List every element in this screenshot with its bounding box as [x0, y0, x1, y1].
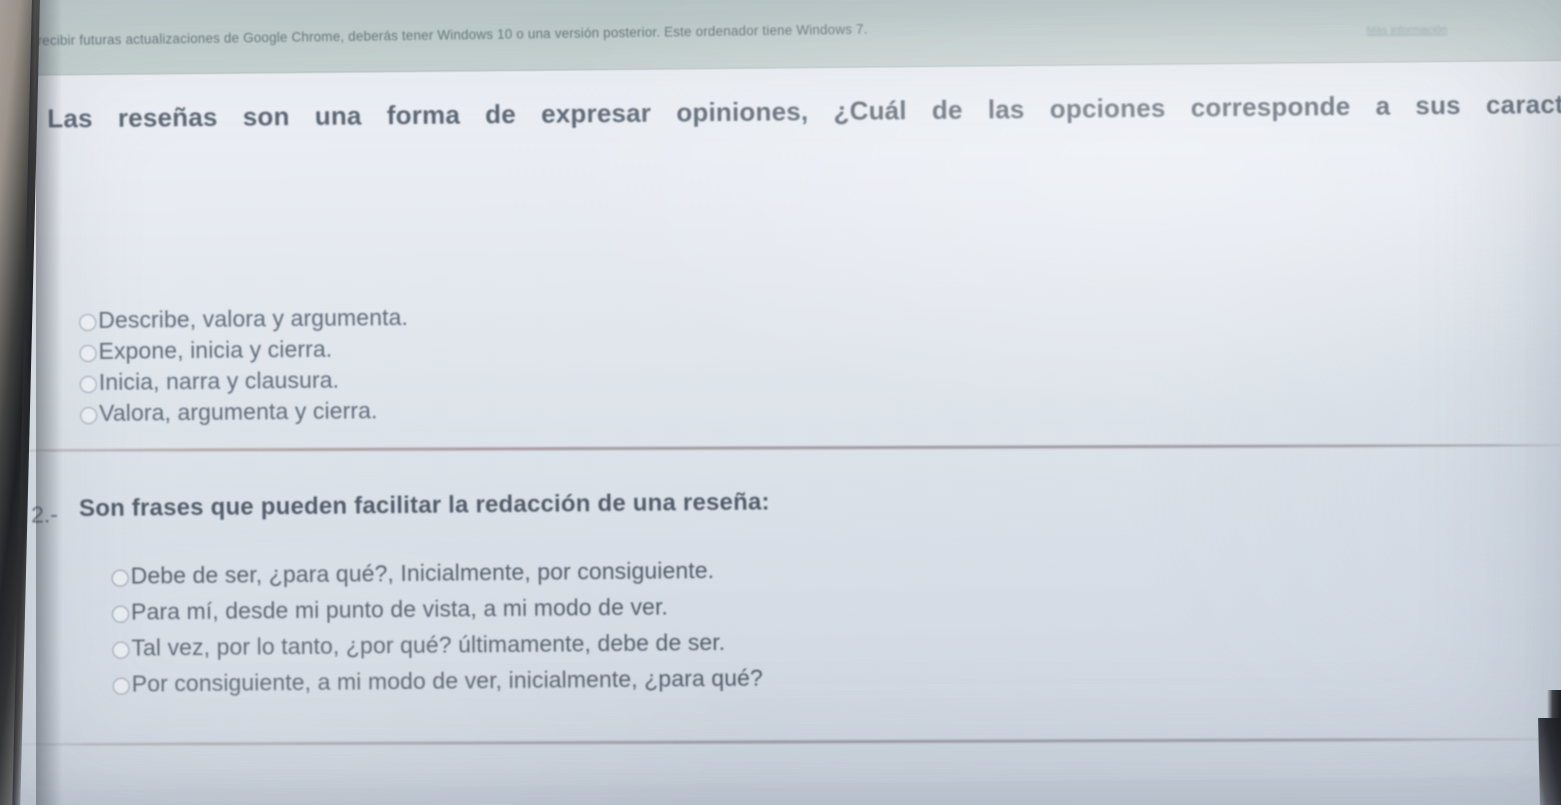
question-2: 2.- Son frases que pueden facilitar la r…	[0, 481, 1561, 756]
question-1-options: Describe, valora y argumenta. Expone, in…	[79, 292, 1561, 431]
question-2-number: 2.-	[30, 501, 59, 528]
option-label: Tal vez, por lo tanto, ¿por qué? últimam…	[131, 628, 726, 661]
question-divider	[0, 443, 1561, 453]
option-row[interactable]: Por consiguiente, a mi modo de ver, inic…	[112, 656, 1561, 698]
option-row[interactable]: Para mí, desde mi punto de vista, a mi m…	[111, 584, 1561, 626]
option-row[interactable]: Tal vez, por lo tanto, ¿por qué? últimam…	[112, 620, 1561, 662]
quiz-page: 1.- Las reseñas son una forma de expresa…	[0, 60, 1561, 791]
banner-more-info-link[interactable]: Más información	[1366, 24, 1447, 37]
radio-button[interactable]	[111, 605, 130, 623]
option-label: Inicia, narra y clausura.	[98, 366, 340, 395]
option-label: Debe de ser, ¿para qué?, Inicialmente, p…	[130, 557, 715, 589]
question-1: 1.- Las reseñas son una forma de expresa…	[0, 81, 1561, 446]
option-label: Expone, inicia y cierra.	[98, 335, 333, 364]
monitor-bezel-right	[1538, 718, 1561, 805]
option-row[interactable]: Debe de ser, ¿para qué?, Inicialmente, p…	[111, 548, 1561, 590]
question-1-heading: 1.- Las reseñas son una forma de expresa…	[0, 81, 1561, 226]
radio-button[interactable]	[80, 406, 98, 425]
radio-button[interactable]	[111, 569, 129, 587]
radio-button[interactable]	[79, 313, 97, 332]
banner-message: Para recibir futuras actualizaciones de …	[4, 21, 868, 49]
option-label: Por consiguiente, a mi modo de ver, inic…	[131, 664, 763, 697]
screen-photo: …/quiz?id=1947783	[0, 0, 1561, 805]
question-2-text: Son frases que pueden facilitar la redac…	[78, 488, 770, 523]
option-label: Describe, valora y argumenta.	[98, 303, 409, 333]
option-label: Valora, argumenta y cierra.	[98, 397, 378, 426]
radio-button[interactable]	[79, 344, 97, 363]
browser-window: …/quiz?id=1947783	[0, 0, 1561, 805]
question-2-options: Debe de ser, ¿para qué?, Inicialmente, p…	[111, 548, 1561, 707]
radio-button[interactable]	[112, 677, 130, 695]
radio-button[interactable]	[79, 375, 97, 394]
question-2-heading: 2.- Son frases que pueden facilitar la r…	[0, 481, 1561, 542]
option-label: Para mí, desde mi punto de vista, a mi m…	[130, 593, 669, 625]
question-1-text: Las reseñas son una forma de expresar op…	[47, 87, 1561, 134]
radio-button[interactable]	[112, 641, 130, 659]
